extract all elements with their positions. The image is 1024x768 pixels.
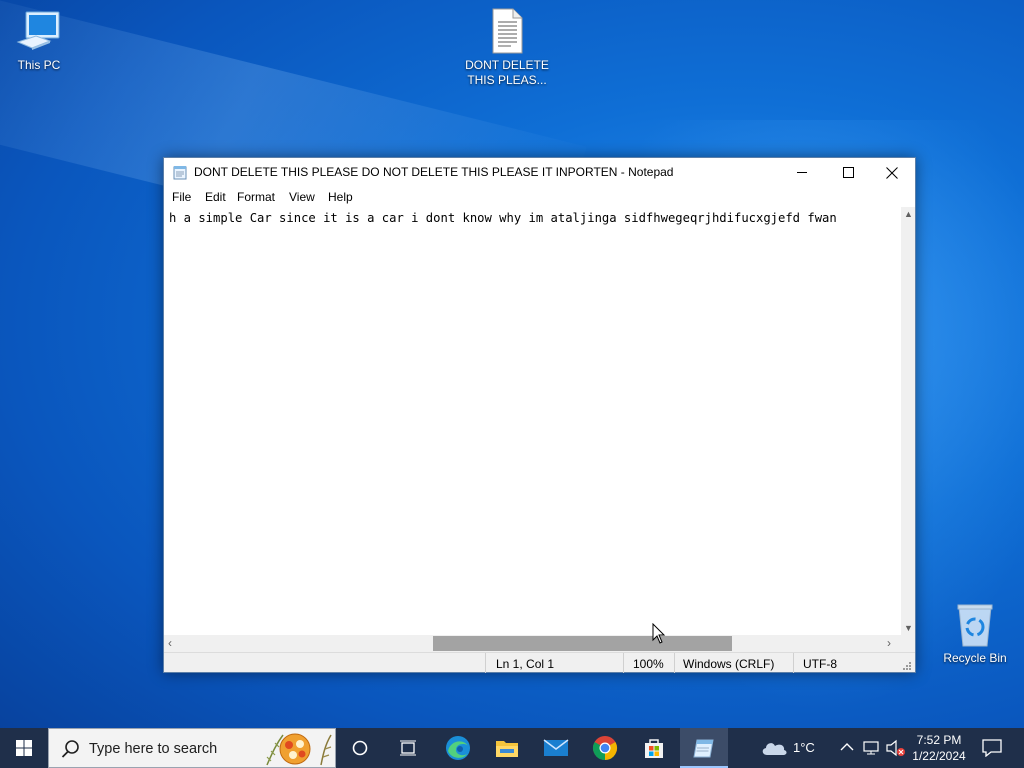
desktop-icon-label: This PC (17, 58, 61, 72)
menu-file[interactable]: File (172, 190, 191, 204)
scroll-down-icon[interactable]: ▼ (904, 623, 913, 633)
desktop-icon-label: Recycle Bin (943, 651, 1007, 665)
store-icon (645, 739, 663, 758)
status-separator (485, 653, 486, 673)
desktop-icon-this-pc[interactable]: This PC (0, 10, 81, 73)
menu-bar: File Edit Format View Help (164, 187, 915, 207)
status-separator (793, 653, 794, 673)
resize-grip-icon[interactable] (902, 661, 912, 671)
chrome-icon (592, 736, 618, 761)
recycle-bin-icon (957, 604, 993, 647)
scroll-right-icon[interactable]: › (887, 636, 891, 650)
scroll-up-icon[interactable]: ▲ (904, 209, 913, 219)
status-encoding: UTF-8 (803, 657, 837, 671)
status-separator (674, 653, 675, 673)
clock-date: 1/22/2024 (912, 749, 966, 763)
store-button[interactable] (630, 728, 678, 768)
desktop-icon-label: DONT DELETE (465, 58, 549, 72)
horizontal-scrollbar[interactable]: ‹ › (164, 635, 901, 652)
menu-view[interactable]: View (289, 190, 315, 204)
maximize-button[interactable] (825, 158, 871, 187)
network-icon[interactable] (862, 740, 880, 756)
scroll-left-icon[interactable]: ‹ (168, 636, 172, 650)
windows-logo-icon (16, 740, 32, 756)
menu-help[interactable]: Help (328, 190, 353, 204)
status-line-ending: Windows (CRLF) (683, 657, 775, 671)
close-icon (886, 166, 898, 179)
volume-muted-icon[interactable] (886, 739, 906, 757)
maximize-icon (842, 167, 854, 178)
start-button[interactable] (0, 728, 48, 768)
status-position: Ln 1, Col 1 (496, 657, 555, 671)
search-placeholder: Type here to search (89, 741, 218, 757)
taskbar: Type here to search 1°C 7:52 PM 1/22/202… (0, 728, 1024, 768)
menu-format[interactable]: Format (237, 190, 275, 204)
search-box[interactable]: Type here to search (48, 728, 336, 768)
scrollbar-corner (901, 635, 915, 652)
file-explorer-button[interactable] (483, 728, 531, 768)
task-view-icon (400, 740, 416, 756)
status-separator (623, 653, 624, 673)
window-title: DONT DELETE THIS PLEASE DO NOT DELETE TH… (194, 165, 674, 179)
title-bar[interactable]: DONT DELETE THIS PLEASE DO NOT DELETE TH… (164, 158, 915, 187)
desktop-icon-recycle-bin[interactable]: Recycle Bin (933, 603, 1017, 666)
mail-button[interactable] (532, 728, 580, 768)
minimize-icon (796, 172, 807, 173)
vertical-scrollbar[interactable]: ▲ ▼ (901, 207, 915, 635)
horizontal-scroll-thumb[interactable] (433, 636, 732, 651)
notepad-window[interactable]: DONT DELETE THIS PLEASE DO NOT DELETE TH… (163, 157, 916, 673)
cortana-button[interactable] (336, 728, 384, 768)
text-editor[interactable]: h a simple Car since it is a car i dont … (164, 207, 901, 635)
edge-button[interactable] (434, 728, 482, 768)
system-clock[interactable]: 7:52 PM 1/22/2024 (904, 732, 974, 764)
cortana-icon (352, 740, 368, 756)
mail-icon (543, 739, 569, 756)
search-icon (61, 740, 79, 758)
status-zoom: 100% (633, 657, 664, 671)
chrome-button[interactable] (581, 728, 629, 768)
show-hidden-icons-chevron-up-icon[interactable] (840, 742, 854, 752)
file-explorer-icon (496, 741, 518, 757)
computer-icon (16, 11, 60, 50)
mouse-cursor-icon (652, 623, 666, 644)
notepad-taskbar-button[interactable] (680, 728, 728, 768)
notifications-icon[interactable] (982, 739, 1002, 757)
search-highlight-art-icon (266, 733, 332, 766)
weather-cloud-icon[interactable] (760, 739, 788, 757)
weather-temperature[interactable]: 1°C (793, 740, 815, 755)
notepad-icon (693, 739, 714, 758)
task-view-button[interactable] (384, 728, 432, 768)
clock-time: 7:52 PM (916, 733, 962, 747)
status-bar: Ln 1, Col 1 100% Windows (CRLF) UTF-8 (164, 652, 915, 673)
menu-edit[interactable]: Edit (205, 190, 226, 204)
desktop-icon-label-line2: THIS PLEAS... (467, 73, 547, 87)
text-document-icon (492, 8, 523, 54)
close-button[interactable] (869, 158, 915, 187)
desktop-icon-document[interactable]: DONT DELETE THIS PLEAS... (465, 8, 549, 88)
minimize-button[interactable] (779, 158, 825, 187)
notepad-icon (173, 166, 187, 180)
edge-icon (446, 736, 470, 760)
